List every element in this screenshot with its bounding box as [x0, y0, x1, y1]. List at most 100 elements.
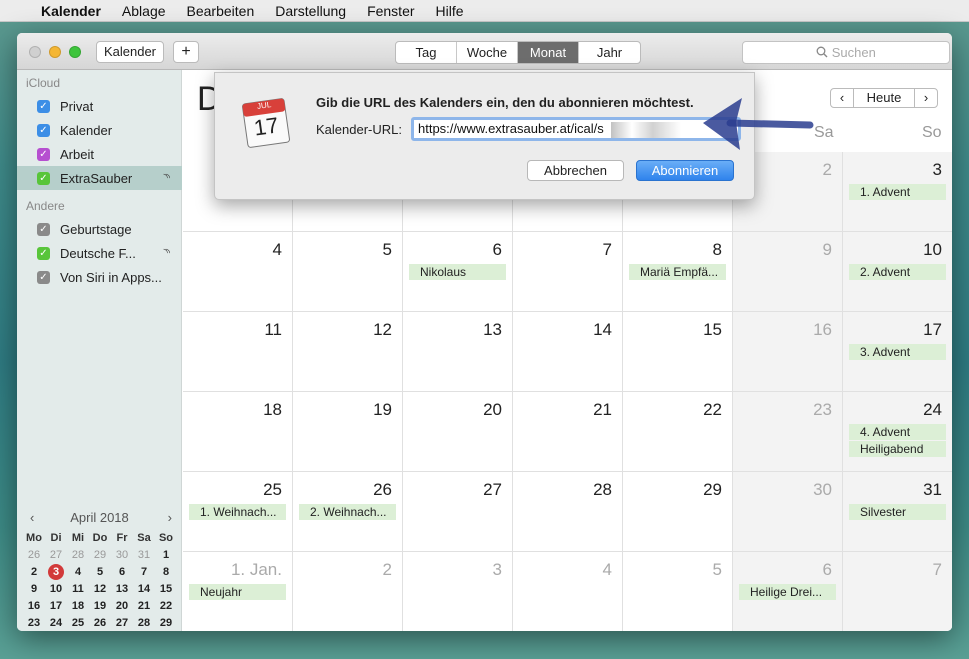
day-cell[interactable]: 5 — [623, 552, 733, 631]
calendar-event[interactable]: 3. Advent — [849, 344, 946, 360]
mini-day[interactable]: 26 — [23, 547, 45, 563]
checkbox-icon[interactable]: ✓ — [37, 270, 50, 284]
calendar-event[interactable]: 2. Weihnach... — [299, 504, 396, 520]
day-cell[interactable]: 6 Nikolaus — [403, 232, 513, 312]
day-cell[interactable]: 24 4. Advent Heiligabend — [843, 392, 952, 472]
calendar-event[interactable]: Nikolaus — [409, 264, 506, 280]
day-cell[interactable]: 17 3. Advent — [843, 312, 952, 392]
checkbox-icon[interactable]: ✓ — [37, 246, 50, 260]
menu-bearbeiten[interactable]: Bearbeiten — [187, 3, 255, 19]
mini-day[interactable]: 28 — [133, 615, 155, 631]
tab-monat[interactable]: Monat — [518, 42, 579, 63]
day-cell[interactable]: 2 — [293, 552, 403, 631]
day-cell[interactable]: 25 1. Weihnach... — [183, 472, 293, 552]
mini-day[interactable]: 14 — [133, 581, 155, 597]
mini-next-month[interactable]: › — [168, 510, 172, 525]
mini-day[interactable]: 4 — [67, 564, 89, 580]
calendar-event[interactable]: Silvester — [849, 504, 946, 520]
checkbox-icon[interactable]: ✓ — [37, 147, 50, 161]
mini-day[interactable]: 7 — [133, 564, 155, 580]
sidebar-item-privat[interactable]: ✓ Privat — [17, 94, 182, 118]
calendar-event[interactable]: Mariä Empfä... — [629, 264, 726, 280]
mini-day[interactable]: 31 — [133, 547, 155, 563]
day-cell[interactable]: 9 — [733, 232, 843, 312]
day-cell[interactable]: 1. Jan. Neujahr — [183, 552, 293, 631]
minimize-button[interactable] — [49, 46, 61, 58]
day-cell[interactable]: 11 — [183, 312, 293, 392]
today-button[interactable]: Heute — [854, 88, 914, 108]
day-cell[interactable]: 4 — [513, 552, 623, 631]
mini-day[interactable]: 3 — [48, 564, 64, 580]
sidebar-item-von-siri-in-apps[interactable]: ✓ Von Siri in Apps... — [17, 265, 182, 289]
subscribe-button[interactable]: Abonnieren — [636, 160, 734, 181]
day-cell[interactable]: 20 — [403, 392, 513, 472]
search-field[interactable]: Suchen — [742, 41, 950, 64]
calendar-event[interactable]: Neujahr — [189, 584, 286, 600]
day-cell[interactable]: 26 2. Weihnach... — [293, 472, 403, 552]
mini-day[interactable]: 24 — [45, 615, 67, 631]
cancel-button[interactable]: Abbrechen — [527, 160, 624, 181]
day-cell[interactable]: 10 2. Advent — [843, 232, 952, 312]
mini-day[interactable]: 6 — [111, 564, 133, 580]
menu-darstellung[interactable]: Darstellung — [275, 3, 346, 19]
day-cell[interactable]: 7 — [513, 232, 623, 312]
app-menu[interactable]: Kalender — [41, 3, 101, 19]
day-cell[interactable]: 27 — [403, 472, 513, 552]
mini-day[interactable]: 25 — [67, 615, 89, 631]
mini-day[interactable]: 11 — [67, 581, 89, 597]
day-cell[interactable]: 16 — [733, 312, 843, 392]
mini-day[interactable]: 10 — [45, 581, 67, 597]
zoom-button[interactable] — [69, 46, 81, 58]
mini-day[interactable]: 17 — [45, 598, 67, 614]
day-cell[interactable]: 3 1. Advent — [843, 152, 952, 232]
mini-day[interactable]: 1 — [155, 547, 177, 563]
day-cell[interactable]: 21 — [513, 392, 623, 472]
calendars-button[interactable]: Kalender — [96, 41, 164, 63]
sidebar-item-kalender[interactable]: ✓ Kalender — [17, 118, 182, 142]
checkbox-icon[interactable]: ✓ — [37, 171, 50, 185]
mini-day[interactable]: 5 — [89, 564, 111, 580]
day-cell[interactable]: 3 — [403, 552, 513, 631]
day-cell[interactable]: 14 — [513, 312, 623, 392]
mini-day[interactable]: 30 — [111, 547, 133, 563]
menu-ablage[interactable]: Ablage — [122, 3, 166, 19]
day-cell[interactable]: 5 — [293, 232, 403, 312]
day-cell[interactable]: 15 — [623, 312, 733, 392]
mini-prev-month[interactable]: ‹ — [30, 510, 34, 525]
day-cell[interactable]: 29 — [623, 472, 733, 552]
day-cell[interactable]: 18 — [183, 392, 293, 472]
sidebar-item-arbeit[interactable]: ✓ Arbeit — [17, 142, 182, 166]
checkbox-icon[interactable]: ✓ — [37, 99, 50, 113]
mini-day[interactable]: 15 — [155, 581, 177, 597]
mini-day[interactable]: 27 — [111, 615, 133, 631]
close-button[interactable] — [29, 46, 41, 58]
day-cell[interactable]: 7 — [843, 552, 952, 631]
mini-day[interactable]: 20 — [111, 598, 133, 614]
mini-day[interactable]: 19 — [89, 598, 111, 614]
day-cell[interactable]: 6 Heilige Drei... — [733, 552, 843, 631]
mini-day[interactable]: 2 — [23, 564, 45, 580]
mini-day[interactable]: 27 — [45, 547, 67, 563]
day-cell[interactable]: 23 — [733, 392, 843, 472]
mini-day[interactable]: 8 — [155, 564, 177, 580]
day-cell[interactable]: 4 — [183, 232, 293, 312]
tab-woche[interactable]: Woche — [457, 42, 518, 63]
calendar-event[interactable]: 4. Advent — [849, 424, 946, 440]
calendar-event[interactable]: 1. Advent — [849, 184, 946, 200]
sidebar-item-geburtstage[interactable]: ✓ Geburtstage — [17, 217, 182, 241]
mini-day[interactable]: 16 — [23, 598, 45, 614]
day-cell[interactable]: 8 Mariä Empfä... — [623, 232, 733, 312]
mini-day[interactable]: 22 — [155, 598, 177, 614]
checkbox-icon[interactable]: ✓ — [37, 222, 50, 236]
prev-month-button[interactable]: ‹ — [830, 88, 854, 108]
sidebar-item-extrasauber[interactable]: ✓ ExtraSauber ◝◝ — [17, 166, 182, 190]
tab-tag[interactable]: Tag — [396, 42, 457, 63]
mini-day[interactable]: 9 — [23, 581, 45, 597]
day-cell[interactable]: 12 — [293, 312, 403, 392]
menu-fenster[interactable]: Fenster — [367, 3, 414, 19]
menu-hilfe[interactable]: Hilfe — [436, 3, 464, 19]
sidebar-item-deutsche-f[interactable]: ✓ Deutsche F... ◝◝ — [17, 241, 182, 265]
day-cell[interactable]: 30 — [733, 472, 843, 552]
calendar-event[interactable]: 1. Weihnach... — [189, 504, 286, 520]
calendar-event[interactable]: Heilige Drei... — [739, 584, 836, 600]
